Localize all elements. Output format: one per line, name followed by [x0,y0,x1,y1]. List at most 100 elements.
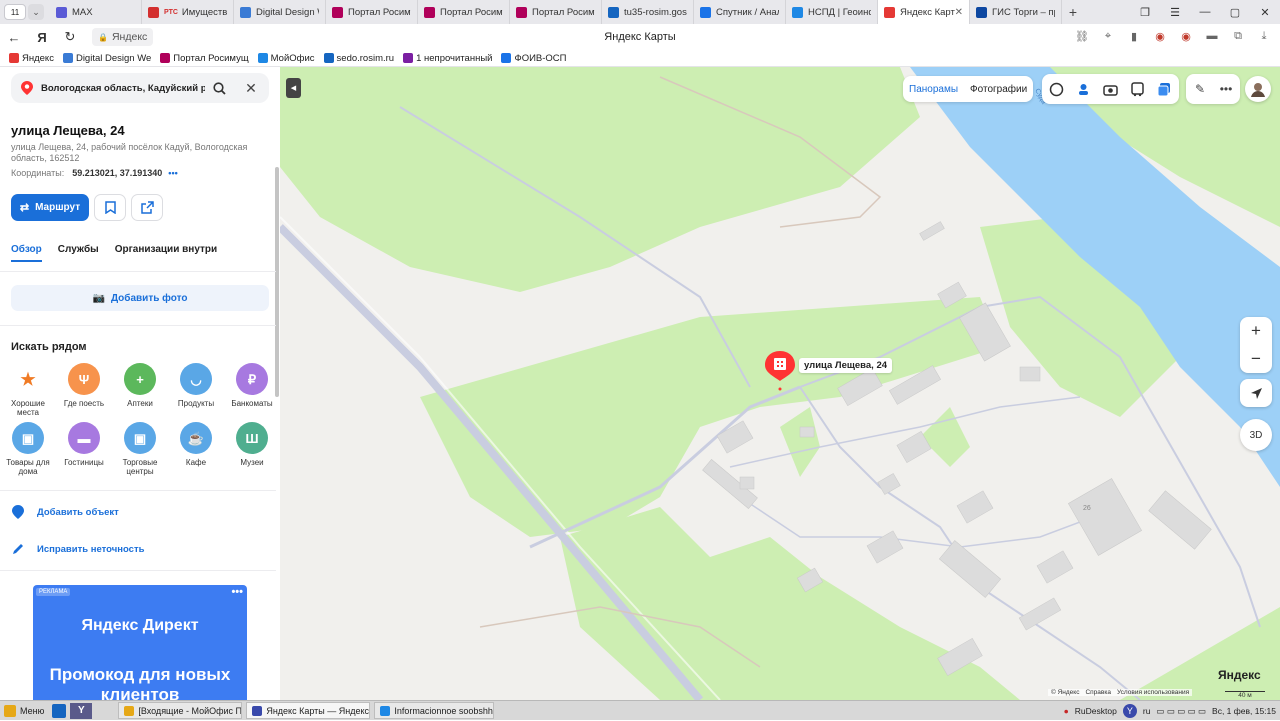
zoom-out-button[interactable]: − [1240,345,1272,373]
bookmark-item[interactable]: Digital Design We [62,53,151,64]
tab-overview[interactable]: Обзор [11,244,42,262]
route-button[interactable]: ⇄ Маршрут [11,194,89,221]
camera-icon[interactable] [1102,81,1119,98]
user-avatar[interactable] [1245,76,1271,102]
browser-tab[interactable]: Яндекс Карт ✕ [878,0,970,24]
url-chip[interactable]: 🔒 Яндекс [92,28,154,46]
tab-services[interactable]: Службы [58,244,99,262]
tab-list-chevron-icon[interactable]: ⌄ [28,4,44,20]
add-photo-button[interactable]: 📷 Добавить фото [11,285,269,311]
bookmark-item[interactable]: Портал Росимущ [160,53,249,64]
ad-menu-icon[interactable]: ••• [231,586,243,598]
bookmark-item[interactable]: ФОИВ-ОСП [501,53,567,64]
bookmark-item[interactable]: 1 непрочитанный [403,53,492,64]
browser-tab[interactable]: Digital Design W [234,0,326,24]
yandex-browser-tray-icon[interactable]: Y [1122,704,1137,718]
advertisement-banner[interactable]: РЕКЛАМА ••• Яндекс Директ Промокод для н… [33,585,247,700]
quicklaunch-icon[interactable] [52,703,67,718]
clear-search-icon[interactable]: ✕ [243,80,259,96]
nearby-category[interactable]: + Аптеки [114,363,166,408]
language-indicator[interactable]: ru [1143,706,1151,716]
nearby-category[interactable]: ▣ Товары для дома [2,422,54,476]
terms-link[interactable]: Условия использования [1117,689,1189,696]
transit-icon[interactable] [1129,81,1146,98]
new-tab-button[interactable]: + [1062,0,1084,24]
coords-more-button[interactable]: ••• [168,168,177,178]
browser-tab[interactable]: tu35-rosim.gosu [602,0,694,24]
nearby-category[interactable]: Ψ Где поесть [58,363,110,408]
start-menu-button[interactable]: Меню [0,701,48,721]
browser-tab[interactable]: MAX [50,0,142,24]
nearby-category[interactable]: ₽ Банкоматы [226,363,278,408]
collapse-sidebar-button[interactable]: ◀ [286,78,301,98]
browser-tab[interactable]: Портал Росиму [418,0,510,24]
bookmark-item[interactable]: Яндекс [9,53,54,64]
minimize-button[interactable]: — [1190,0,1220,24]
category-icon: ☕ [180,422,212,454]
add-object-link[interactable]: Добавить объект [11,505,119,519]
extension-icon-2[interactable]: ◉ [1178,27,1194,45]
collections-icon[interactable]: ⧉ [1230,27,1246,45]
bookmark-icon[interactable]: ▮ [1126,27,1142,45]
taskbar-window[interactable]: [Входящие - МойОфис П... [118,702,243,719]
taskbar-window[interactable]: Informacionnoe soobshhe... [374,702,495,719]
tab-counter[interactable]: 11 [4,4,26,20]
ruler-icon[interactable]: ✎ [1192,81,1208,97]
tab-organizations-inside[interactable]: Организации внутри [115,244,217,262]
nearby-category[interactable]: Ш Музеи [226,422,278,467]
location-icon[interactable]: ⌖ [1100,27,1116,45]
photos-button[interactable]: Фотографии [970,84,1027,95]
zoom-in-button[interactable]: + [1240,317,1272,345]
download-icon[interactable]: ⤓ [1256,27,1272,45]
bookmark-item[interactable]: МойОфис [257,53,315,64]
tabs-panel-icon[interactable]: ❐ [1130,0,1160,24]
category-label: Продукты [177,399,215,408]
nearby-category[interactable]: ☕ Кафе [170,422,222,467]
close-window-button[interactable]: ✕ [1250,0,1280,24]
maximize-button[interactable]: ▢ [1220,0,1250,24]
panoramas-button[interactable]: Панорамы [909,84,958,95]
nearby-category[interactable]: ★ Хорошие места [2,363,54,417]
more-icon[interactable]: ••• [1218,81,1234,97]
browser-tab[interactable]: Портал Росиму [510,0,602,24]
layers-stack-icon[interactable] [1156,81,1173,98]
fix-error-link[interactable]: Исправить неточность [11,542,144,556]
share-button[interactable] [131,194,163,221]
locate-me-button[interactable] [1240,379,1272,407]
search-icon[interactable] [211,80,227,96]
rudesktop-label[interactable]: RuDesktop [1075,706,1117,716]
search-box[interactable]: Вологодская область, Кадуйский ра ✕ [11,73,269,103]
traffic-icon[interactable] [1075,81,1092,98]
browser-tab[interactable]: Спутник / Анал [694,0,786,24]
layers-pill: Панорамы Фотографии [903,76,1034,102]
reload-button[interactable]: ↻ [56,24,84,50]
3d-button[interactable]: 3D [1240,419,1272,451]
close-tab-icon[interactable]: ✕ [955,7,963,18]
browser-tab[interactable]: НСПД | Геоинф [786,0,878,24]
search-input[interactable]: Вологодская область, Кадуйский ра [41,83,205,94]
map-canvas[interactable]: ◀ улица Лещева, 24 26 Суда Панорамы Фото… [280,67,1280,700]
rudesktop-icon[interactable]: ● [1064,706,1069,716]
save-bookmark-button[interactable] [94,194,126,221]
browser-tab[interactable]: РТСИмущество [142,0,234,24]
marker-label[interactable]: улица Лещева, 24 [799,358,893,373]
back-button[interactable]: ← [0,24,28,50]
nearby-category[interactable]: ▬ Гостиницы [58,422,110,467]
taskbar-window[interactable]: Яндекс Карты — Яндекс ... [246,702,371,719]
help-link[interactable]: Справка [1085,689,1111,696]
extension-icon[interactable]: ◉ [1152,27,1168,45]
coords-value[interactable]: 59.213021, 37.191340 [72,168,162,178]
tray-icons[interactable]: ▭ ▭ ▭ ▭ ▭ [1156,706,1206,717]
bookmark-item[interactable]: sedo.rosim.ru [323,53,394,64]
nearby-category[interactable]: ▣ Торговые центры [114,422,166,476]
clock[interactable]: Вс, 1 фев, 15:15 [1212,706,1276,716]
quicklaunch-yandex-icon[interactable]: Y [70,702,93,719]
extension-icon-3[interactable]: ▬ [1204,27,1220,45]
menu-icon[interactable]: ☰ [1160,0,1190,24]
browser-tab[interactable]: Портал Росиму [326,0,418,24]
nearby-category[interactable]: ◡ Продукты [170,363,222,408]
share-link-icon[interactable]: ⛓ [1074,27,1090,45]
yandex-home-button[interactable]: Я [28,24,56,50]
browser-tab[interactable]: ГИС Торги – пр [970,0,1062,24]
map-layers-icon[interactable] [1048,81,1065,98]
